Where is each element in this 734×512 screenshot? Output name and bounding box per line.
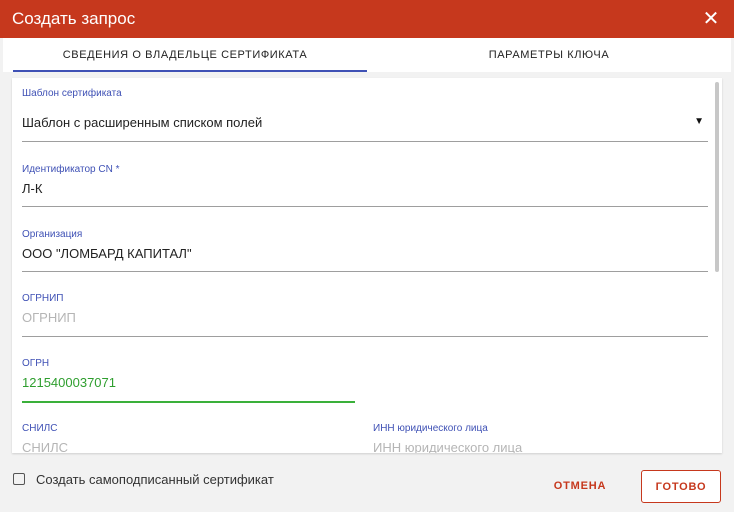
close-icon[interactable]: ✕ (700, 8, 722, 30)
tab-owner-info-label: СВЕДЕНИЯ О ВЛАДЕЛЬЦЕ СЕРТИФИКАТА (62, 49, 308, 61)
snils-label: СНИЛС (22, 423, 58, 434)
ogrn-field[interactable]: ОГРН 1215400037071 (22, 358, 355, 404)
template-underline (22, 141, 708, 142)
tab-key-params[interactable]: ПАРАМЕТРЫ КЛЮЧА (367, 38, 731, 72)
cn-label: Идентификатор CN * (22, 164, 120, 175)
ogrnip-placeholder: ОГРНИП (22, 310, 76, 325)
organization-label: Организация (22, 229, 83, 240)
template-select[interactable]: Шаблон сертификата Шаблон с расширенным … (22, 88, 708, 143)
dropdown-arrow-icon: ▼ (694, 116, 704, 127)
cn-underline (22, 206, 708, 207)
ogrnip-field[interactable]: ОГРНИП ОГРНИП (22, 293, 708, 338)
dialog-footer: Создать самоподписанный сертификат ОТМЕН… (0, 460, 734, 512)
snils-field[interactable]: СНИЛС СНИЛС (22, 423, 352, 453)
tab-bar: СВЕДЕНИЯ О ВЛАДЕЛЬЦЕ СЕРТИФИКАТА ПАРАМЕТ… (0, 38, 734, 72)
ogrn-label: ОГРН (22, 358, 50, 369)
dialog-title: Создать запрос (12, 9, 136, 28)
form-scroll-area[interactable]: Шаблон сертификата Шаблон с расширенным … (12, 78, 722, 453)
cn-field[interactable]: Идентификатор CN * Л-К (22, 164, 708, 209)
ogrnip-underline (22, 336, 708, 337)
template-label: Шаблон сертификата (22, 88, 122, 99)
inn-ul-label: ИНН юридического лица (373, 423, 488, 434)
organization-field[interactable]: Организация ООО "ЛОМБАРД КАПИТАЛ" (22, 229, 708, 274)
organization-underline (22, 271, 708, 272)
self-signed-label: Создать самоподписанный сертификат (36, 472, 274, 487)
cn-value: Л-К (22, 181, 43, 196)
snils-placeholder: СНИЛС (22, 440, 69, 453)
tab-owner-info[interactable]: СВЕДЕНИЯ О ВЛАДЕЛЬЦЕ СЕРТИФИКАТА (3, 38, 367, 72)
ok-button[interactable]: ГОТОВО (641, 470, 721, 503)
scrollbar[interactable] (715, 82, 719, 272)
dialog-titlebar: Создать запрос ✕ (0, 0, 734, 38)
ogrn-underline (22, 401, 355, 403)
ogrn-value: 1215400037071 (22, 375, 116, 390)
self-signed-checkbox[interactable] (13, 473, 25, 485)
organization-value: ООО "ЛОМБАРД КАПИТАЛ" (22, 246, 192, 261)
tab-key-params-label: ПАРАМЕТРЫ КЛЮЧА (488, 49, 610, 61)
inn-ul-field[interactable]: ИНН юридического лица ИНН юридического л… (373, 423, 708, 453)
create-request-dialog: Создать запрос ✕ СВЕДЕНИЯ О ВЛАДЕЛЬЦЕ СЕ… (0, 0, 734, 512)
ok-button-label: ГОТОВО (655, 480, 707, 493)
template-value: Шаблон с расширенным списком полей (22, 115, 263, 130)
cancel-button[interactable]: ОТМЕНА (545, 480, 615, 492)
inn-ul-placeholder: ИНН юридического лица (373, 440, 523, 453)
ogrnip-label: ОГРНИП (22, 293, 64, 304)
